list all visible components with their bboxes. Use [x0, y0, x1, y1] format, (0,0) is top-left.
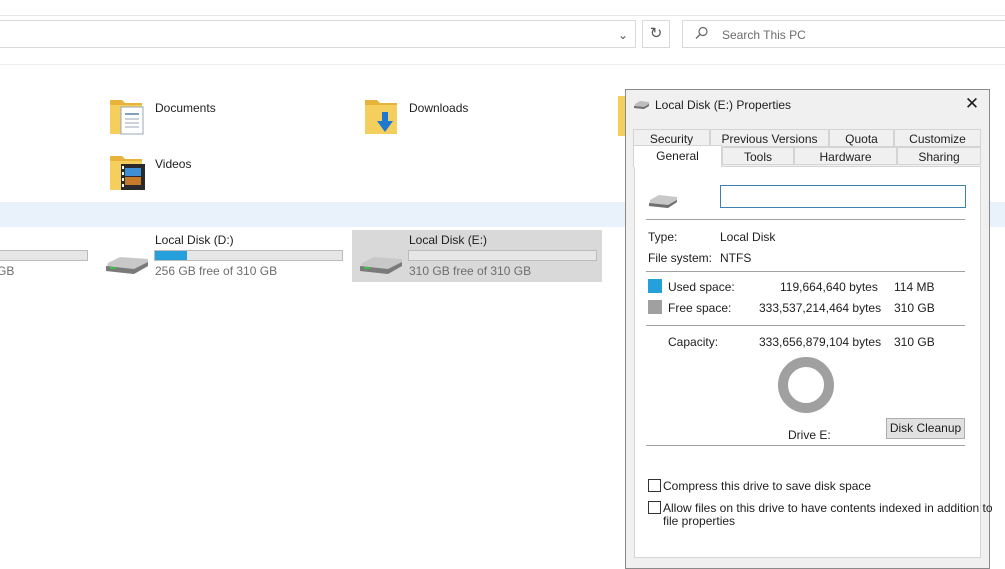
file-system-value: NTFS — [720, 251, 752, 265]
file-system-label: File system: — [648, 251, 713, 265]
free-space-swatch — [648, 300, 662, 314]
tab-previous-versions[interactable]: Previous Versions — [710, 129, 829, 147]
drive-usage-fill — [155, 251, 187, 260]
drive-letter-label: Drive E: — [788, 428, 831, 442]
capacity-label: Capacity: — [668, 335, 719, 349]
folder-label: Downloads — [409, 101, 469, 115]
used-space-swatch — [648, 279, 662, 293]
drive-usage-bar — [0, 250, 88, 261]
compress-checkbox[interactable] — [648, 479, 661, 492]
capacity-size: 310 GB — [894, 335, 935, 349]
tab-tools[interactable]: Tools — [722, 147, 794, 165]
close-button[interactable]: ✕ — [962, 95, 982, 113]
free-space-size: 310 GB — [894, 301, 935, 315]
window-top-strip — [0, 0, 1005, 16]
index-checkbox[interactable] — [648, 501, 661, 514]
chevron-down-icon[interactable]: ⌄ — [614, 26, 632, 44]
tab-hardware[interactable]: Hardware — [794, 147, 897, 165]
compress-label: Compress this drive to save disk space — [663, 479, 872, 493]
drive-name: Local Disk (E:) — [409, 233, 488, 247]
downloads-folder-icon — [365, 100, 397, 134]
documents-folder-icon — [110, 100, 144, 135]
hard-drive-icon — [649, 195, 677, 208]
used-space-label: Used space: — [668, 280, 735, 294]
tab-customize[interactable]: Customize — [894, 129, 981, 147]
folder-item-videos[interactable] — [108, 152, 146, 195]
index-label-line1: Allow files on this drive to have conten… — [663, 501, 993, 515]
disk-cleanup-button[interactable]: Disk Cleanup — [886, 418, 965, 439]
hard-drive-icon — [634, 101, 649, 109]
drive-usage-bar — [154, 250, 343, 261]
tab-quota[interactable]: Quota — [829, 129, 894, 147]
drive-free-text: 256 GB free of 310 GB — [155, 264, 278, 278]
videos-folder-icon — [110, 156, 145, 190]
disk-usage-donut — [778, 357, 834, 413]
drive-free-text: 310 GB free of 310 GB — [409, 264, 532, 278]
dialog-title: Local Disk (E:) Properties — [655, 98, 792, 112]
header-divider — [0, 64, 1005, 65]
tab-sharing[interactable]: Sharing — [897, 147, 981, 165]
drive-free-text: GB — [0, 264, 15, 278]
divider — [646, 445, 965, 446]
hard-drive-icon — [106, 257, 148, 274]
refresh-button[interactable]: ↻ — [642, 20, 670, 48]
drive-usage-bar — [408, 250, 597, 261]
free-space-label: Free space: — [668, 301, 732, 315]
divider — [646, 271, 965, 272]
drive-name: Local Disk (D:) — [155, 233, 234, 247]
divider — [646, 325, 965, 326]
drive-name-input[interactable] — [720, 185, 966, 208]
search-placeholder: Search This PC — [722, 28, 806, 42]
type-label: Type: — [648, 230, 678, 244]
search-icon — [695, 26, 708, 39]
index-label-line2: file properties — [663, 514, 736, 528]
folder-item-documents[interactable] — [108, 96, 146, 139]
folder-label: Documents — [155, 101, 216, 115]
address-bar[interactable] — [0, 20, 636, 48]
used-space-bytes: 119,664,640 bytes — [780, 280, 878, 294]
free-space-bytes: 333,537,214,464 bytes — [759, 301, 882, 315]
used-space-size: 114 MB — [894, 280, 935, 294]
capacity-bytes: 333,656,879,104 bytes — [759, 335, 882, 349]
folder-item-downloads[interactable] — [363, 96, 401, 139]
divider — [646, 219, 965, 220]
hard-drive-icon — [360, 257, 402, 274]
type-value: Local Disk — [720, 230, 776, 244]
folder-label: Videos — [155, 157, 192, 171]
tab-general[interactable]: General — [633, 145, 722, 167]
